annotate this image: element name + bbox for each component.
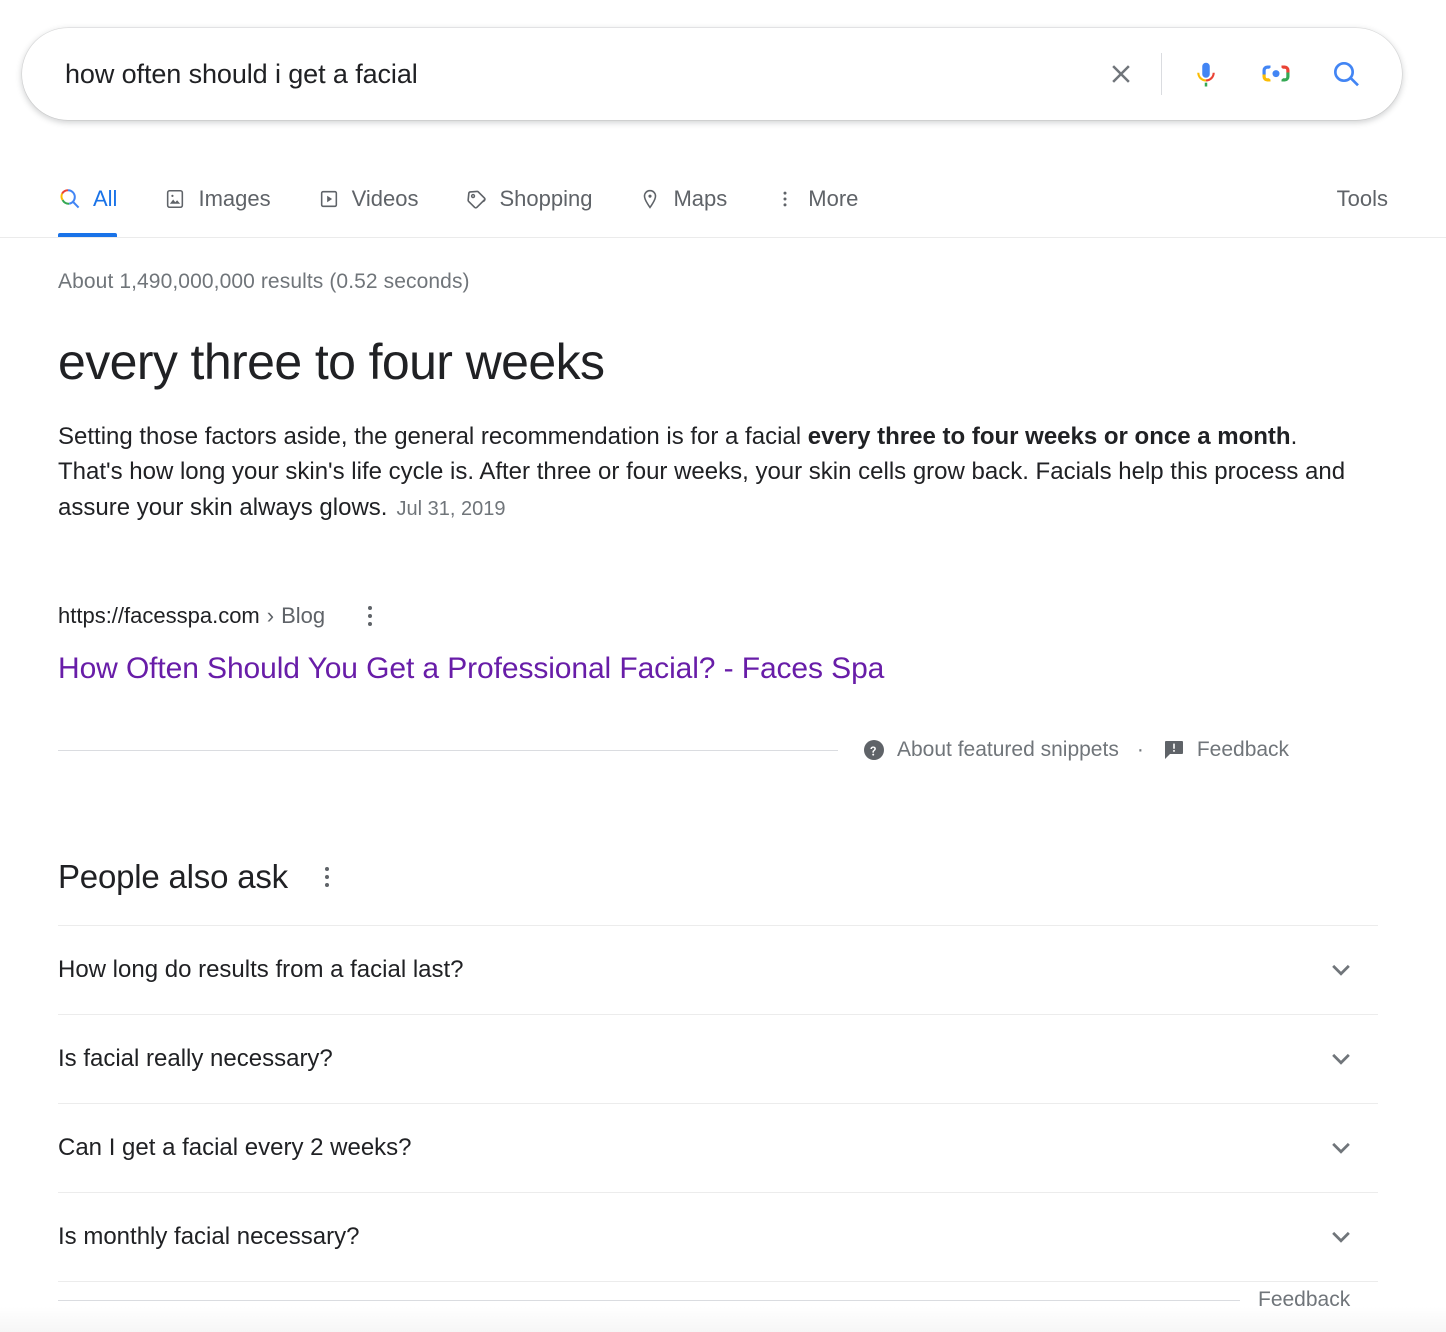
source-domain: https://facesspa.com <box>58 603 260 628</box>
result-options-kebab-icon[interactable] <box>357 603 383 629</box>
footer-separator-dot: · <box>1136 738 1144 761</box>
people-also-ask-footer: Feedback <box>58 1288 1378 1312</box>
featured-snippet-source: https://facesspa.com › Blog How Often Sh… <box>58 602 884 688</box>
about-featured-snippets-label: About featured snippets <box>897 738 1119 761</box>
people-also-ask-question: Is monthly facial necessary? <box>58 1223 360 1250</box>
people-also-ask-list: How long do results from a facial last? … <box>58 925 1378 1282</box>
snippet-text-bold: every three to four weeks or once a mont… <box>807 423 1291 450</box>
lens-search-button[interactable] <box>1250 48 1302 100</box>
tab-images[interactable]: Images <box>163 160 294 236</box>
tab-label: More <box>808 186 859 211</box>
paa-feedback-button[interactable]: Feedback <box>1258 1288 1350 1312</box>
featured-snippet-answer: every three to four weeks <box>58 334 605 390</box>
snippet-date: Jul 31, 2019 <box>396 497 506 520</box>
snippet-feedback-button[interactable]: Feedback <box>1162 738 1289 762</box>
search-bar-container <box>22 28 1402 120</box>
search-input[interactable] <box>65 54 1095 94</box>
result-stats: About 1,490,000,000 results (0.52 second… <box>58 270 470 293</box>
people-also-ask-item[interactable]: Is facial really necessary? <box>58 1015 1378 1104</box>
paa-footer-divider <box>58 1299 1240 1301</box>
featured-snippet: every three to four weeks Setting those … <box>58 332 1378 525</box>
tab-videos[interactable]: Videos <box>317 160 443 236</box>
chevron-down-icon[interactable] <box>1326 1222 1356 1252</box>
breadcrumb-separator: › <box>266 603 275 628</box>
map-pin-icon <box>638 187 662 211</box>
people-also-ask-question: Can I get a facial every 2 weeks? <box>58 1134 412 1161</box>
search-bar[interactable] <box>22 28 1402 120</box>
feedback-icon <box>1164 741 1183 759</box>
footer-divider <box>58 749 838 751</box>
search-bar-divider <box>1161 53 1162 95</box>
tools-button[interactable]: Tools <box>1337 186 1388 212</box>
microphone-icon <box>1197 62 1215 87</box>
footer-links: About featured snippets · Feedback <box>862 738 1289 762</box>
featured-snippet-text: Setting those factors aside, the general… <box>58 419 1366 525</box>
image-icon <box>163 187 187 211</box>
snippet-text-part1: Setting those factors aside, the general… <box>58 423 808 450</box>
google-search-colored-icon <box>58 187 82 211</box>
people-also-ask-question: How long do results from a facial last? <box>58 956 464 983</box>
people-also-ask-item[interactable]: How long do results from a facial last? <box>58 926 1378 1015</box>
people-also-ask-section: People also ask How long do results from… <box>58 858 1378 1282</box>
help-circle-icon <box>864 740 884 760</box>
people-also-ask-question: Is facial really necessary? <box>58 1045 333 1072</box>
people-also-ask-item[interactable]: Is monthly facial necessary? <box>58 1193 1378 1282</box>
source-path: Blog <box>281 603 326 628</box>
google-lens-icon <box>1262 65 1290 82</box>
tab-more[interactable]: More <box>773 160 882 236</box>
featured-snippet-footer: About featured snippets · Feedback <box>58 738 1378 762</box>
source-url-row: https://facesspa.com › Blog <box>58 602 884 631</box>
search-icon <box>1334 61 1359 87</box>
tab-maps[interactable]: Maps <box>638 160 751 236</box>
voice-search-button[interactable] <box>1180 48 1232 100</box>
tab-shopping[interactable]: Shopping <box>464 160 616 236</box>
search-bar-actions <box>1095 48 1372 100</box>
kebab-menu-icon <box>773 187 797 211</box>
tab-label: Videos <box>351 186 419 211</box>
snippet-feedback-label: Feedback <box>1196 738 1290 761</box>
chevron-down-icon[interactable] <box>1326 1044 1356 1074</box>
search-nav-bar: All Images Videos Shopping Maps More Too… <box>0 160 1446 238</box>
chevron-down-icon[interactable] <box>1326 955 1356 985</box>
tab-all[interactable]: All <box>58 160 141 237</box>
video-play-icon <box>317 187 341 211</box>
about-featured-snippets-button[interactable]: About featured snippets <box>862 738 1119 762</box>
search-tabs: All Images Videos Shopping Maps More <box>58 160 904 237</box>
tab-label: Maps <box>673 186 728 211</box>
result-title-link[interactable]: How Often Should You Get a Professional … <box>58 649 884 688</box>
search-submit-button[interactable] <box>1320 48 1372 100</box>
tab-label: Images <box>198 186 271 211</box>
tab-label: Shopping <box>499 186 593 211</box>
people-also-ask-options-kebab-icon[interactable] <box>314 864 340 890</box>
people-also-ask-title: People also ask <box>58 858 288 895</box>
chevron-down-icon[interactable] <box>1326 1133 1356 1163</box>
people-also-ask-item[interactable]: Can I get a facial every 2 weeks? <box>58 1104 1378 1193</box>
price-tag-icon <box>464 187 488 211</box>
people-also-ask-header: People also ask <box>58 858 1378 896</box>
close-icon <box>1112 65 1130 83</box>
clear-search-button[interactable] <box>1095 48 1147 100</box>
tab-label: All <box>93 186 118 211</box>
